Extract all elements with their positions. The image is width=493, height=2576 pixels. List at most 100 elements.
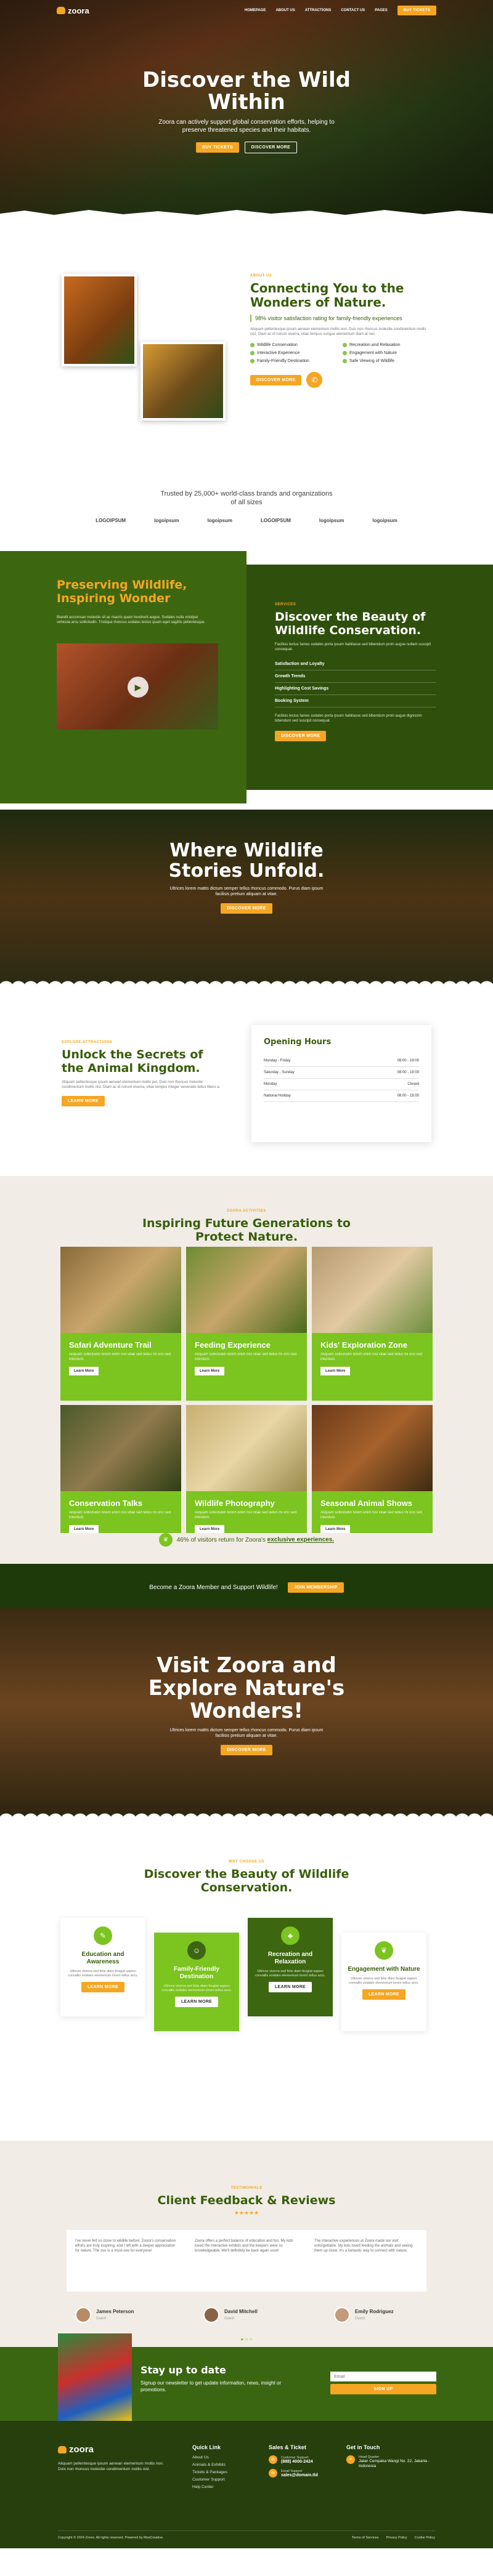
feature-card: ❦ Engagement with Nature Ultrices viverr… [341,1933,426,2031]
footer-link[interactable]: Animals & Exhibits [192,2463,227,2467]
phone-icon[interactable]: ✆ [306,372,323,388]
newsletter-email-input[interactable] [330,2372,436,2381]
activity-image [312,1405,433,1491]
location-icon: ⌖ [346,2455,355,2464]
activity-title: Safari Adventure Trail [69,1340,152,1350]
about-body: Aliquam pellentesque ipsum aenean elemen… [250,328,426,336]
buy-tickets-button[interactable]: Buy Tickets [397,6,436,15]
feature-learn-button[interactable]: Learn More [81,1982,125,1992]
avatar [334,2307,350,2323]
preserve-title: Preserving Wildlife, Inspiring Wonder [57,578,187,605]
hero-buy-button[interactable]: Buy Tickets [195,142,239,153]
hours-row: National Holiday 08:00 - 19:00 [264,1090,419,1102]
footer-about: Aliquam pellentesque ipsum aenean elemen… [58,2461,164,2471]
learn-more-button[interactable]: Learn More [195,1525,225,1534]
activities-eyebrow: Zoora Activities [227,1209,266,1213]
terms-link[interactable]: Terms of Services [352,2536,379,2540]
nav-homepage[interactable]: Homepage [245,9,266,12]
footer-link[interactable]: Help Center [192,2485,227,2489]
footer: zoora Aliquam pellentesque ipsum aenean … [0,2421,493,2548]
attractions-title: Unlock the Secrets of the Animal Kingdom… [62,1048,203,1075]
activities-title-2: Protect Nature. [195,1230,298,1244]
leaf-icon: ❦ [375,1941,393,1960]
trusted-text-1: Trusted by 25,000+ world-class brands an… [160,490,333,497]
visit-title-1: Visit Zoora and [157,1653,336,1678]
cookie-link[interactable]: Cookie Policy [415,2536,435,2540]
feature-learn-button[interactable]: Learn More [174,1997,219,2007]
feature-title: Family-Friendly Destination [174,1966,219,1980]
activity-title: Feeding Experience [195,1340,271,1350]
sales-email[interactable]: sales@domain.tld [281,2473,318,2477]
avatar [75,2307,91,2323]
learn-more-button[interactable]: Learn More [69,1525,99,1534]
privacy-link[interactable]: Privacy Policy [386,2536,407,2540]
logo[interactable]: zoora [57,6,89,15]
footer-link[interactable]: About Us [192,2455,227,2460]
activity-title: Seasonal Animal Shows [320,1499,413,1508]
accordion-item[interactable]: Satisfaction and Loyalty [275,658,436,670]
services-body: Facilisis lectus fames sodales porta ips… [275,643,431,651]
paw-icon [58,2445,67,2453]
accordion-item[interactable]: Booking System [275,695,436,707]
play-icon[interactable]: ▶ [128,677,149,698]
sales-label: Customer Support [281,2455,309,2460]
feature-learn-button[interactable]: Learn More [362,1989,406,2000]
learn-more-button[interactable]: Learn More [195,1367,225,1375]
visit-discover-button[interactable]: Discover More [221,1745,272,1755]
feature-card: ✎ Education and Awareness Ultrices viver… [60,1918,145,2016]
feature-label: Family-Friendly Destination [257,359,309,363]
orangutan-photo [62,274,137,366]
nav-about[interactable]: About Us [275,9,295,12]
activity-body: Aliquam sollicitudin lorem enim nisl vit… [69,1511,171,1519]
accordion-item[interactable]: Highlighting Cost Savings [275,683,436,695]
family-icon: ☺ [187,1941,206,1960]
feature-learn-button[interactable]: Learn More [268,1982,312,1992]
activity-card[interactable]: Safari Adventure Trail Aliquam sollicitud… [60,1247,181,1401]
hours-day: Monday - Friday [264,1059,291,1063]
phone-icon: ✆ [269,2455,277,2464]
brand-logo: LOGOIPSUM [261,518,291,523]
activity-card[interactable]: Kids' Exploration Zone Aliquam sollicitud… [312,1247,433,1401]
learn-more-button[interactable]: Learn More [320,1525,351,1534]
attractions-learn-button[interactable]: Learn More [62,1096,105,1106]
stat-link[interactable]: exclusive experiences. [267,1537,334,1544]
sales-phone[interactable]: (888) 4000-2424 [281,2460,313,2464]
nav-attractions[interactable]: Attractions [305,9,332,12]
nav-pages[interactable]: Pages [375,9,388,12]
footer-logo[interactable]: zoora [58,2444,169,2455]
about-discover-button[interactable]: Discover More [250,374,302,385]
brand-logo: logoipsum [372,518,397,523]
activity-card[interactable]: Feeding Experience Aliquam sollicitudin l… [186,1247,307,1401]
services-discover-button[interactable]: Discover More [275,731,327,741]
activity-image [60,1247,181,1333]
footer-link[interactable]: Tickets & Packages [192,2470,227,2474]
learn-more-button[interactable]: Learn More [320,1367,351,1375]
feature-body: Ultrices viverra sed felis diam feugiat … [349,1977,419,1985]
footer-link[interactable]: Customer Support [192,2477,227,2482]
feature-item: Family-Friendly Destination [250,359,336,363]
quick-link-title: Quick Link [192,2444,221,2450]
nav-contact[interactable]: Contact Us [341,9,365,12]
preserve-body: Blandit accumsan molestie sit ac mauris … [57,616,206,624]
services-eyebrow: Services [275,603,296,606]
newsletter-signup-button[interactable]: Sign Up [330,2384,436,2394]
rating-stars: ★★★★★ [234,2210,259,2216]
reviewer-name: James Peterson [96,2309,134,2314]
activity-body: Aliquam sollicitudin lorem enim nisl vit… [195,1511,297,1519]
join-membership-button[interactable]: Join Membership [288,1582,344,1593]
newsletter-body: Signup our newsletter to get update info… [141,2380,282,2393]
touch-title: Get in Touch [346,2444,380,2450]
reviewer-name: David Mitchell [224,2309,258,2314]
hours-day: Monday [264,1082,277,1086]
attractions-eyebrow: Explore Attractions [62,1040,113,1044]
about-section: About Us Connecting You to the Wonders o… [0,219,493,477]
hours-time: 08:00 - 19:00 [397,1059,419,1063]
testimonial-card: The interactive experiences at Zoora mad… [306,2230,426,2292]
hero-discover-button[interactable]: Discover More [244,142,298,153]
learn-more-button[interactable]: Learn More [69,1367,99,1375]
red-panda-video[interactable]: ▶ [57,643,218,730]
activity-image [312,1247,433,1333]
trusted-section: Trusted by 25,000+ world-class brands an… [0,477,493,551]
accordion-item[interactable]: Growth Trends [275,670,436,683]
stories-discover-button[interactable]: Discover More [221,903,272,914]
